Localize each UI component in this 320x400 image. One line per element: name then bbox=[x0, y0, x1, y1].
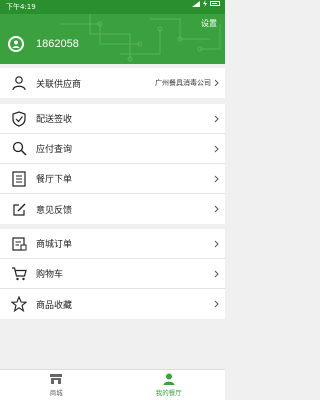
shield-check-icon bbox=[8, 104, 30, 134]
header-background-pattern bbox=[60, 14, 221, 62]
menu-group-2: 商城订单 购物车 商品收藏 bbox=[0, 229, 225, 319]
chevron-right-icon bbox=[214, 300, 219, 308]
status-icons bbox=[192, 0, 220, 7]
person-icon bbox=[163, 373, 175, 385]
menu-item-payable-query[interactable]: 应付查询 bbox=[0, 134, 225, 164]
document-list-icon bbox=[8, 164, 30, 194]
user-phone: 1862058 bbox=[36, 38, 79, 50]
search-icon bbox=[8, 134, 30, 164]
status-time: 下午4:19 bbox=[6, 3, 36, 11]
star-icon bbox=[8, 289, 30, 319]
cart-icon bbox=[8, 259, 30, 289]
menu-item-label: 购物车 bbox=[36, 270, 64, 280]
order-icon bbox=[8, 229, 30, 259]
chevron-right-icon bbox=[214, 145, 219, 153]
chevron-right-icon bbox=[214, 205, 219, 213]
chevron-right-icon bbox=[214, 79, 219, 87]
menu-item-label: 配送签收 bbox=[36, 115, 73, 125]
chevron-right-icon bbox=[214, 270, 219, 278]
menu-item-label: 意见反馈 bbox=[36, 205, 73, 216]
chevron-right-icon bbox=[214, 115, 219, 123]
supplier-icon bbox=[8, 68, 30, 98]
bottom-tab-bar: 商城 我的餐厅 bbox=[0, 369, 225, 400]
menu-group-1: 配送签收 应付查询 餐厅下单 意见反馈 bbox=[0, 104, 225, 224]
menu-item-mall-orders[interactable]: 商城订单 bbox=[0, 229, 225, 259]
supplier-value: 广州餐具消毒公司 bbox=[155, 79, 211, 87]
menu-item-favorites[interactable]: 商品收藏 bbox=[0, 289, 225, 319]
tab-shop-label: 商城 bbox=[49, 389, 63, 397]
chevron-right-icon bbox=[214, 175, 219, 183]
settings-link[interactable]: 设置 bbox=[201, 18, 217, 29]
supplier-section: 关联供应商 广州餐具消毒公司 bbox=[0, 68, 225, 98]
menu-item-label: 商品收藏 bbox=[36, 300, 73, 311]
charging-icon bbox=[203, 0, 207, 7]
menu-item-restaurant-order[interactable]: 餐厅下单 bbox=[0, 164, 225, 194]
status-bar: 下午4:19 bbox=[0, 0, 225, 14]
menu-item-cart[interactable]: 购物车 bbox=[0, 259, 225, 289]
menu-item-delivery-signoff[interactable]: 配送签收 bbox=[0, 104, 225, 134]
battery-icon bbox=[210, 1, 220, 6]
menu-item-label: 餐厅下单 bbox=[36, 175, 73, 185]
menu-item-feedback[interactable]: 意见反馈 bbox=[0, 194, 225, 224]
supplier-label: 关联供应商 bbox=[36, 79, 82, 90]
edit-icon bbox=[8, 194, 30, 224]
user-icon bbox=[10, 38, 22, 50]
menu-item-label: 应付查询 bbox=[36, 145, 73, 155]
store-icon bbox=[50, 374, 63, 384]
tab-shop[interactable]: 商城 bbox=[0, 370, 113, 400]
chevron-right-icon bbox=[214, 240, 219, 248]
supplier-row[interactable]: 关联供应商 广州餐具消毒公司 bbox=[0, 68, 225, 98]
tab-my-restaurant-label: 我的餐厅 bbox=[155, 389, 182, 397]
signal-icon bbox=[192, 0, 200, 7]
menu-item-label: 商城订单 bbox=[36, 240, 73, 250]
tab-my-restaurant[interactable]: 我的餐厅 bbox=[113, 370, 226, 400]
profile-header: 设置 1862058 bbox=[0, 14, 225, 64]
avatar[interactable] bbox=[8, 36, 24, 52]
